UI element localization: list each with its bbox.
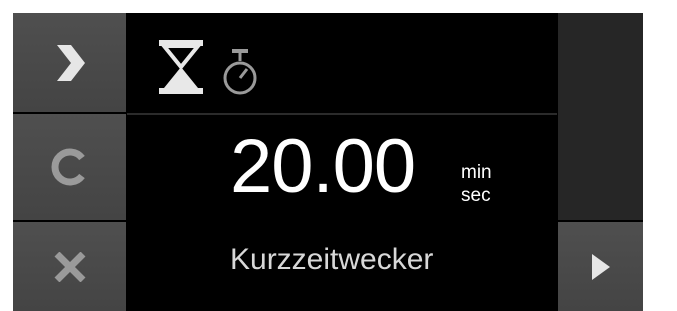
time-value[interactable]: 20.00	[230, 129, 416, 205]
timer-display: 20.00 min sec Kurzzeitwecker	[127, 115, 557, 311]
start-button[interactable]	[558, 222, 643, 311]
left-button-column	[13, 13, 127, 311]
play-triangle-icon	[591, 253, 610, 280]
unit-minutes-label: min	[461, 162, 492, 183]
clear-button[interactable]	[13, 114, 126, 220]
unit-seconds-label: sec	[461, 185, 491, 206]
next-button[interactable]	[13, 13, 126, 112]
close-x-icon	[54, 251, 85, 282]
refresh-c-icon	[51, 148, 85, 186]
hourglass-icon[interactable]	[157, 38, 205, 96]
mode-label: Kurzzeitwecker	[230, 243, 434, 276]
right-empty-panel	[558, 13, 643, 220]
timer-screen: 20.00 min sec Kurzzeitwecker	[13, 13, 643, 311]
mode-selector-bar	[127, 13, 557, 112]
stopwatch-icon[interactable]	[221, 48, 259, 98]
right-button-column	[557, 13, 643, 311]
chevron-right-icon	[56, 44, 85, 81]
cancel-button[interactable]	[13, 222, 126, 311]
